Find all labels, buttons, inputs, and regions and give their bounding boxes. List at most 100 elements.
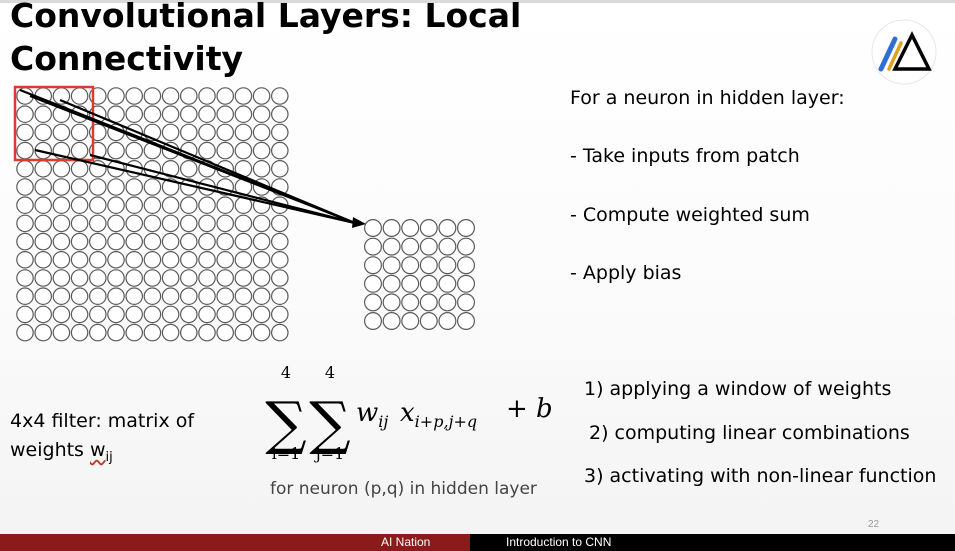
input-neuron (70, 232, 89, 251)
input-neuron (34, 178, 52, 196)
input-neuron (198, 214, 216, 233)
input-neuron (16, 214, 34, 233)
input-neuron (198, 323, 216, 342)
input-neuron (143, 87, 162, 105)
hidden-neuron (438, 219, 457, 238)
input-neuron (70, 123, 89, 142)
input-neuron (107, 141, 125, 160)
input-neuron-grid (16, 87, 289, 342)
input-neuron (34, 251, 52, 269)
hidden-neuron (457, 312, 476, 331)
input-neuron (270, 287, 289, 305)
input-neuron (125, 323, 143, 342)
input-neuron (270, 87, 289, 105)
input-neuron (107, 251, 125, 269)
input-neuron (52, 269, 71, 287)
input-neuron (52, 160, 71, 178)
hidden-neuron (438, 293, 457, 312)
input-neuron (89, 196, 107, 214)
input-neuron (252, 123, 271, 142)
filter-note-line1: 4x4 filter: matrix of (10, 410, 195, 432)
input-neuron (143, 305, 162, 324)
ai-nation-logo-icon (871, 19, 937, 85)
input-neuron (16, 105, 34, 123)
input-neuron (180, 269, 198, 287)
bullet-apply-bias: - Apply bias (570, 262, 682, 284)
input-neuron (198, 87, 216, 105)
filter-note-line2: weights wij (10, 439, 113, 465)
input-neuron (252, 287, 271, 305)
input-neuron (125, 105, 143, 123)
input-neuron (89, 178, 107, 196)
input-neuron (270, 160, 289, 178)
input-neuron (16, 160, 34, 178)
input-neuron (252, 251, 271, 269)
input-neuron (34, 287, 52, 305)
input-neuron (143, 214, 162, 233)
bullet-weighted-sum: - Compute weighted sum (570, 204, 810, 226)
input-neuron (34, 196, 52, 214)
input-neuron (252, 141, 271, 160)
input-neuron (16, 178, 34, 196)
input-neuron (216, 214, 234, 233)
input-neuron (89, 305, 107, 324)
hidden-neuron (382, 256, 401, 275)
input-neuron (89, 251, 107, 269)
input-neuron (270, 305, 289, 324)
hidden-neuron (438, 274, 457, 293)
hidden-neuron (364, 312, 383, 331)
input-neuron (180, 123, 198, 142)
input-neuron (270, 269, 289, 287)
hidden-neuron (438, 312, 457, 331)
input-neuron (125, 214, 143, 233)
input-neuron (161, 305, 180, 324)
input-neuron (252, 269, 271, 287)
input-neuron (34, 269, 52, 287)
input-neuron (107, 232, 125, 251)
hidden-neuron (438, 237, 457, 256)
input-neuron (216, 269, 234, 287)
input-neuron (252, 87, 271, 105)
input-neuron (234, 123, 253, 142)
step-2: 2) computing linear combinations (589, 422, 910, 444)
input-neuron (161, 214, 180, 233)
input-neuron (161, 87, 180, 105)
hidden-neuron (419, 219, 438, 238)
input-neuron (180, 87, 198, 105)
input-neuron (52, 305, 71, 324)
input-neuron (270, 141, 289, 160)
convolution-formula: 4 ∑ i=1 4 ∑ j=1 wij xi+p,j+q + b (265, 363, 552, 463)
input-neuron (252, 305, 271, 324)
input-neuron (143, 323, 162, 342)
input-neuron (234, 232, 253, 251)
input-neuron (252, 105, 271, 123)
input-neuron (89, 269, 107, 287)
bullet-take-inputs: - Take inputs from patch (570, 145, 800, 167)
input-neuron (234, 305, 253, 324)
input-neuron (16, 287, 34, 305)
hidden-neuron (419, 312, 438, 331)
hidden-neuron (419, 237, 438, 256)
input-neuron (34, 105, 52, 123)
input-neuron (216, 196, 234, 214)
input-neuron (34, 123, 52, 142)
input-neuron (143, 232, 162, 251)
input-neuron (234, 323, 253, 342)
input-neuron (216, 232, 234, 251)
input-neuron (70, 178, 89, 196)
input-neuron (107, 269, 125, 287)
input-neuron (180, 232, 198, 251)
footer-deck-title: Introduction to CNN (506, 535, 612, 549)
hidden-neuron-grid (364, 219, 476, 331)
input-neuron (70, 269, 89, 287)
hidden-neuron (382, 312, 401, 331)
hidden-neuron (457, 237, 476, 256)
hidden-neuron (364, 274, 383, 293)
input-neuron (252, 160, 271, 178)
input-neuron (198, 123, 216, 142)
input-neuron (52, 232, 71, 251)
input-neuron (216, 251, 234, 269)
input-neuron (70, 87, 89, 105)
input-neuron (107, 178, 125, 196)
hidden-neuron (457, 219, 476, 238)
